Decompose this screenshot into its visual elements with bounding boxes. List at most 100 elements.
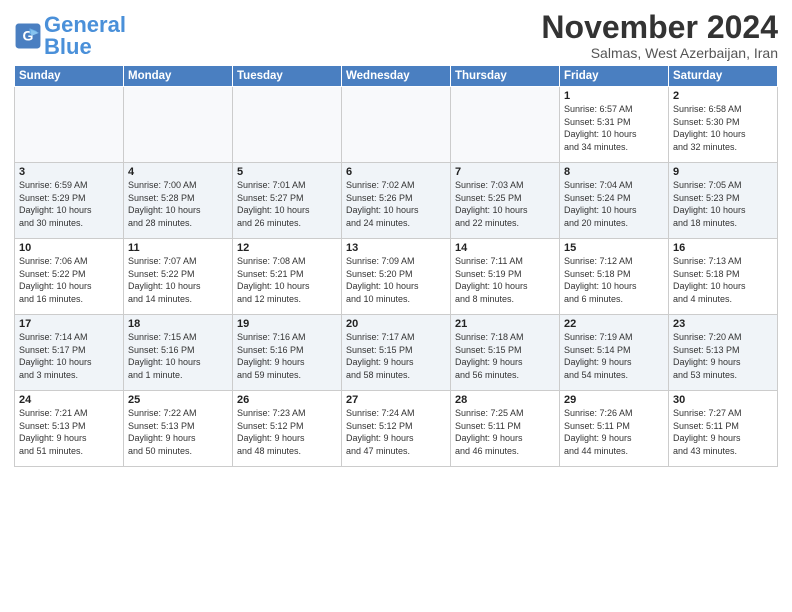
logo-icon: G (14, 22, 42, 50)
day-info: Sunrise: 7:03 AMSunset: 5:25 PMDaylight:… (455, 179, 555, 229)
table-row: 26Sunrise: 7:23 AMSunset: 5:12 PMDayligh… (233, 391, 342, 467)
day-info: Sunrise: 7:13 AMSunset: 5:18 PMDaylight:… (673, 255, 773, 305)
day-number: 28 (455, 394, 555, 406)
day-number: 8 (564, 166, 664, 178)
table-row: 18Sunrise: 7:15 AMSunset: 5:16 PMDayligh… (124, 315, 233, 391)
header-friday: Friday (560, 66, 669, 87)
calendar-week-row: 10Sunrise: 7:06 AMSunset: 5:22 PMDayligh… (15, 239, 778, 315)
day-number: 29 (564, 394, 664, 406)
day-info: Sunrise: 7:24 AMSunset: 5:12 PMDaylight:… (346, 407, 446, 457)
logo-blue: Blue (44, 34, 92, 59)
day-number: 7 (455, 166, 555, 178)
day-number: 26 (237, 394, 337, 406)
day-info: Sunrise: 7:07 AMSunset: 5:22 PMDaylight:… (128, 255, 228, 305)
day-info: Sunrise: 6:57 AMSunset: 5:31 PMDaylight:… (564, 103, 664, 153)
table-row: 17Sunrise: 7:14 AMSunset: 5:17 PMDayligh… (15, 315, 124, 391)
day-number: 22 (564, 318, 664, 330)
table-row: 9Sunrise: 7:05 AMSunset: 5:23 PMDaylight… (669, 163, 778, 239)
header-sunday: Sunday (15, 66, 124, 87)
day-number: 11 (128, 242, 228, 254)
table-row (451, 87, 560, 163)
table-row: 27Sunrise: 7:24 AMSunset: 5:12 PMDayligh… (342, 391, 451, 467)
table-row: 22Sunrise: 7:19 AMSunset: 5:14 PMDayligh… (560, 315, 669, 391)
table-row: 29Sunrise: 7:26 AMSunset: 5:11 PMDayligh… (560, 391, 669, 467)
day-number: 21 (455, 318, 555, 330)
weekday-header-row: Sunday Monday Tuesday Wednesday Thursday… (15, 66, 778, 87)
table-row: 20Sunrise: 7:17 AMSunset: 5:15 PMDayligh… (342, 315, 451, 391)
day-info: Sunrise: 7:14 AMSunset: 5:17 PMDaylight:… (19, 331, 119, 381)
day-info: Sunrise: 7:00 AMSunset: 5:28 PMDaylight:… (128, 179, 228, 229)
table-row: 24Sunrise: 7:21 AMSunset: 5:13 PMDayligh… (15, 391, 124, 467)
day-info: Sunrise: 7:25 AMSunset: 5:11 PMDaylight:… (455, 407, 555, 457)
day-number: 13 (346, 242, 446, 254)
day-number: 9 (673, 166, 773, 178)
table-row (15, 87, 124, 163)
day-number: 1 (564, 90, 664, 102)
calendar-table: Sunday Monday Tuesday Wednesday Thursday… (14, 65, 778, 467)
table-row: 5Sunrise: 7:01 AMSunset: 5:27 PMDaylight… (233, 163, 342, 239)
day-info: Sunrise: 7:12 AMSunset: 5:18 PMDaylight:… (564, 255, 664, 305)
title-block: November 2024 Salmas, West Azerbaijan, I… (541, 10, 778, 61)
table-row: 7Sunrise: 7:03 AMSunset: 5:25 PMDaylight… (451, 163, 560, 239)
day-info: Sunrise: 7:22 AMSunset: 5:13 PMDaylight:… (128, 407, 228, 457)
day-info: Sunrise: 6:58 AMSunset: 5:30 PMDaylight:… (673, 103, 773, 153)
table-row: 25Sunrise: 7:22 AMSunset: 5:13 PMDayligh… (124, 391, 233, 467)
day-number: 30 (673, 394, 773, 406)
table-row (124, 87, 233, 163)
day-info: Sunrise: 7:09 AMSunset: 5:20 PMDaylight:… (346, 255, 446, 305)
day-number: 17 (19, 318, 119, 330)
calendar-week-row: 17Sunrise: 7:14 AMSunset: 5:17 PMDayligh… (15, 315, 778, 391)
day-info: Sunrise: 7:21 AMSunset: 5:13 PMDaylight:… (19, 407, 119, 457)
day-info: Sunrise: 7:06 AMSunset: 5:22 PMDaylight:… (19, 255, 119, 305)
day-info: Sunrise: 7:11 AMSunset: 5:19 PMDaylight:… (455, 255, 555, 305)
day-info: Sunrise: 7:16 AMSunset: 5:16 PMDaylight:… (237, 331, 337, 381)
calendar-week-row: 3Sunrise: 6:59 AMSunset: 5:29 PMDaylight… (15, 163, 778, 239)
table-row: 30Sunrise: 7:27 AMSunset: 5:11 PMDayligh… (669, 391, 778, 467)
table-row: 2Sunrise: 6:58 AMSunset: 5:30 PMDaylight… (669, 87, 778, 163)
day-info: Sunrise: 7:23 AMSunset: 5:12 PMDaylight:… (237, 407, 337, 457)
table-row: 23Sunrise: 7:20 AMSunset: 5:13 PMDayligh… (669, 315, 778, 391)
day-number: 20 (346, 318, 446, 330)
header-thursday: Thursday (451, 66, 560, 87)
day-number: 25 (128, 394, 228, 406)
table-row (233, 87, 342, 163)
calendar-week-row: 24Sunrise: 7:21 AMSunset: 5:13 PMDayligh… (15, 391, 778, 467)
table-row: 1Sunrise: 6:57 AMSunset: 5:31 PMDaylight… (560, 87, 669, 163)
page-container: G General Blue November 2024 Salmas, Wes… (0, 0, 792, 473)
day-number: 23 (673, 318, 773, 330)
table-row: 28Sunrise: 7:25 AMSunset: 5:11 PMDayligh… (451, 391, 560, 467)
day-number: 2 (673, 90, 773, 102)
day-info: Sunrise: 7:17 AMSunset: 5:15 PMDaylight:… (346, 331, 446, 381)
table-row: 12Sunrise: 7:08 AMSunset: 5:21 PMDayligh… (233, 239, 342, 315)
day-info: Sunrise: 7:26 AMSunset: 5:11 PMDaylight:… (564, 407, 664, 457)
table-row: 10Sunrise: 7:06 AMSunset: 5:22 PMDayligh… (15, 239, 124, 315)
day-info: Sunrise: 7:04 AMSunset: 5:24 PMDaylight:… (564, 179, 664, 229)
day-number: 14 (455, 242, 555, 254)
table-row: 11Sunrise: 7:07 AMSunset: 5:22 PMDayligh… (124, 239, 233, 315)
day-info: Sunrise: 7:01 AMSunset: 5:27 PMDaylight:… (237, 179, 337, 229)
day-number: 10 (19, 242, 119, 254)
table-row: 14Sunrise: 7:11 AMSunset: 5:19 PMDayligh… (451, 239, 560, 315)
header-monday: Monday (124, 66, 233, 87)
header-wednesday: Wednesday (342, 66, 451, 87)
day-info: Sunrise: 7:05 AMSunset: 5:23 PMDaylight:… (673, 179, 773, 229)
day-number: 16 (673, 242, 773, 254)
day-info: Sunrise: 7:27 AMSunset: 5:11 PMDaylight:… (673, 407, 773, 457)
header: G General Blue November 2024 Salmas, Wes… (14, 10, 778, 61)
day-number: 5 (237, 166, 337, 178)
header-tuesday: Tuesday (233, 66, 342, 87)
table-row: 15Sunrise: 7:12 AMSunset: 5:18 PMDayligh… (560, 239, 669, 315)
table-row: 21Sunrise: 7:18 AMSunset: 5:15 PMDayligh… (451, 315, 560, 391)
day-number: 12 (237, 242, 337, 254)
day-number: 15 (564, 242, 664, 254)
table-row: 16Sunrise: 7:13 AMSunset: 5:18 PMDayligh… (669, 239, 778, 315)
day-info: Sunrise: 7:02 AMSunset: 5:26 PMDaylight:… (346, 179, 446, 229)
month-title: November 2024 (541, 10, 778, 45)
day-number: 6 (346, 166, 446, 178)
day-info: Sunrise: 7:15 AMSunset: 5:16 PMDaylight:… (128, 331, 228, 381)
table-row: 13Sunrise: 7:09 AMSunset: 5:20 PMDayligh… (342, 239, 451, 315)
day-info: Sunrise: 7:08 AMSunset: 5:21 PMDaylight:… (237, 255, 337, 305)
day-number: 19 (237, 318, 337, 330)
day-info: Sunrise: 7:19 AMSunset: 5:14 PMDaylight:… (564, 331, 664, 381)
table-row (342, 87, 451, 163)
